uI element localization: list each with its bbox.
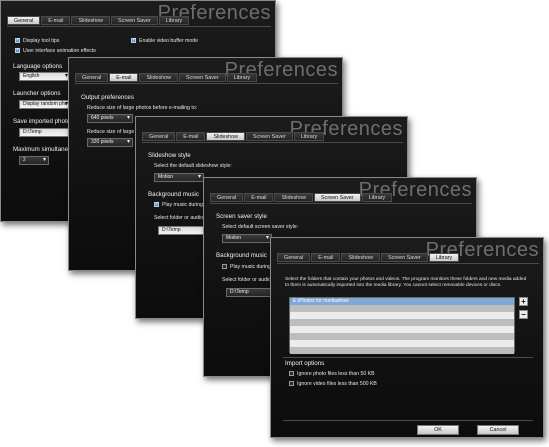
save-imported-path-field[interactable]: D:\Temp xyxy=(19,128,71,137)
background-music-heading: Background music xyxy=(148,191,199,198)
library-description: Select the folders that contain your pho… xyxy=(285,277,527,289)
divider xyxy=(142,142,403,143)
divider xyxy=(7,26,271,27)
tab-email[interactable]: E-mail xyxy=(176,132,206,141)
screen-saver-style-dropdown[interactable]: Motion xyxy=(222,234,272,243)
reduce-photos-label: Reduce size of large photos before e-mai… xyxy=(87,105,198,111)
folder-list-empty-row xyxy=(290,319,514,326)
photo-size-dropdown[interactable]: 640 pixels xyxy=(87,114,133,123)
tab-general[interactable]: General xyxy=(277,253,311,262)
music-folder-field[interactable]: D:\Temp xyxy=(226,288,274,297)
folder-list-item[interactable]: E:\Photos for mediashow xyxy=(290,298,514,305)
launcher-options-heading: Launcher options xyxy=(13,90,61,97)
tab-bar: General E-mail Slideshow Screen Saver Li… xyxy=(277,253,460,262)
tab-library[interactable]: Library xyxy=(226,73,258,82)
ignore-photos-label: Ignore photo files less than 50 KB xyxy=(297,371,375,377)
folder-list-empty-row xyxy=(290,305,514,312)
ignore-photos-checkbox[interactable] xyxy=(289,371,294,376)
select-folder-label: Select folder or audio fi xyxy=(154,215,208,221)
tab-slideshow[interactable]: Slideshow xyxy=(274,193,314,202)
ignore-videos-checkbox[interactable] xyxy=(289,381,294,386)
folder-list-empty-row xyxy=(290,312,514,319)
slideshow-style-dropdown[interactable]: Motion xyxy=(154,173,204,182)
enable-video-buffer-checkbox[interactable] xyxy=(131,37,136,43)
max-simultaneous-dropdown[interactable]: 2 xyxy=(19,156,49,165)
background-music-heading: Background music xyxy=(216,252,267,259)
divider xyxy=(283,420,533,421)
remove-folder-button[interactable]: − xyxy=(519,310,528,319)
tab-email[interactable]: E-mail xyxy=(311,253,341,262)
tab-email[interactable]: E-mail xyxy=(109,73,139,82)
divider xyxy=(210,203,472,204)
divider xyxy=(283,357,533,358)
tab-library[interactable]: Library xyxy=(158,16,190,25)
folder-list-empty-row xyxy=(290,347,514,354)
enable-video-buffer-label: Enable video buffer mode xyxy=(139,38,199,44)
tab-email[interactable]: E-mail xyxy=(244,193,274,202)
cancel-button[interactable]: Cancel xyxy=(477,425,519,435)
tab-library[interactable]: Library xyxy=(428,253,460,262)
divider xyxy=(75,83,338,84)
tab-bar: General E-mail Slideshow Screen Saver Li… xyxy=(75,73,258,82)
ui-animation-label: User interface animation effects xyxy=(23,48,96,54)
add-folder-button[interactable]: + xyxy=(519,297,528,306)
language-options-heading: Language options xyxy=(13,63,63,70)
select-default-style-label: Select default screen saver style: xyxy=(222,224,299,230)
tab-slideshow[interactable]: Slideshow xyxy=(341,253,381,262)
tab-bar: General E-mail Slideshow Screen Saver Li… xyxy=(210,193,393,202)
slideshow-style-heading: Slideshow style xyxy=(148,152,191,159)
play-music-checkbox[interactable] xyxy=(154,201,159,207)
play-music-checkbox[interactable] xyxy=(222,264,227,269)
folder-list-empty-row xyxy=(290,326,514,333)
folder-list-empty-row xyxy=(290,340,514,347)
tab-general[interactable]: General xyxy=(142,132,176,141)
save-imported-heading: Save imported photos xyxy=(13,118,74,125)
video-size-dropdown[interactable]: 320 pixels xyxy=(87,138,133,147)
screen-saver-style-heading: Screen saver style xyxy=(216,213,267,220)
folder-list[interactable]: E:\Photos for mediashow xyxy=(289,297,515,354)
select-folder-label: Select folder or audio fi xyxy=(222,277,276,283)
language-dropdown[interactable]: English xyxy=(19,72,71,81)
display-tool-tips-checkbox[interactable] xyxy=(15,37,20,43)
launcher-dropdown[interactable]: Display random photo xyxy=(19,100,71,109)
folder-list-empty-row xyxy=(290,333,514,340)
tab-general[interactable]: General xyxy=(7,16,41,25)
tab-email[interactable]: E-mail xyxy=(41,16,71,25)
output-preferences-heading: Output preferences xyxy=(81,94,134,101)
ignore-videos-label: Ignore video files less than 500 KB xyxy=(297,381,377,387)
tab-general[interactable]: General xyxy=(210,193,244,202)
tab-screen-saver[interactable]: Screen Saver xyxy=(179,73,226,82)
tab-slideshow[interactable]: Slideshow xyxy=(71,16,111,25)
play-music-label: Play music during sl xyxy=(162,202,209,208)
tab-bar: General E-mail Slideshow Screen Saver Li… xyxy=(7,16,190,25)
preferences-window-library: Preferences General E-mail Slideshow Scr… xyxy=(270,237,544,438)
tab-library[interactable]: Library xyxy=(361,193,393,202)
ok-button[interactable]: OK xyxy=(417,425,459,435)
select-default-style-label: Select the default slideshow style: xyxy=(154,163,232,169)
tab-library[interactable]: Library xyxy=(293,132,325,141)
import-options-heading: Import options xyxy=(285,360,325,367)
display-tool-tips-label: Display tool tips xyxy=(23,38,60,44)
tab-screen-saver[interactable]: Screen Saver xyxy=(111,16,158,25)
tab-screen-saver[interactable]: Screen Saver xyxy=(381,253,428,262)
tab-slideshow[interactable]: Slideshow xyxy=(139,73,179,82)
divider xyxy=(277,263,539,264)
tab-screen-saver[interactable]: Screen Saver xyxy=(314,193,361,202)
tab-bar: General E-mail Slideshow Screen Saver Li… xyxy=(142,132,325,141)
tab-screen-saver[interactable]: Screen Saver xyxy=(246,132,293,141)
tab-general[interactable]: General xyxy=(75,73,109,82)
tab-slideshow[interactable]: Slideshow xyxy=(206,132,246,141)
ui-animation-checkbox[interactable] xyxy=(15,47,20,53)
music-folder-field[interactable]: D:\Temp xyxy=(158,226,206,235)
